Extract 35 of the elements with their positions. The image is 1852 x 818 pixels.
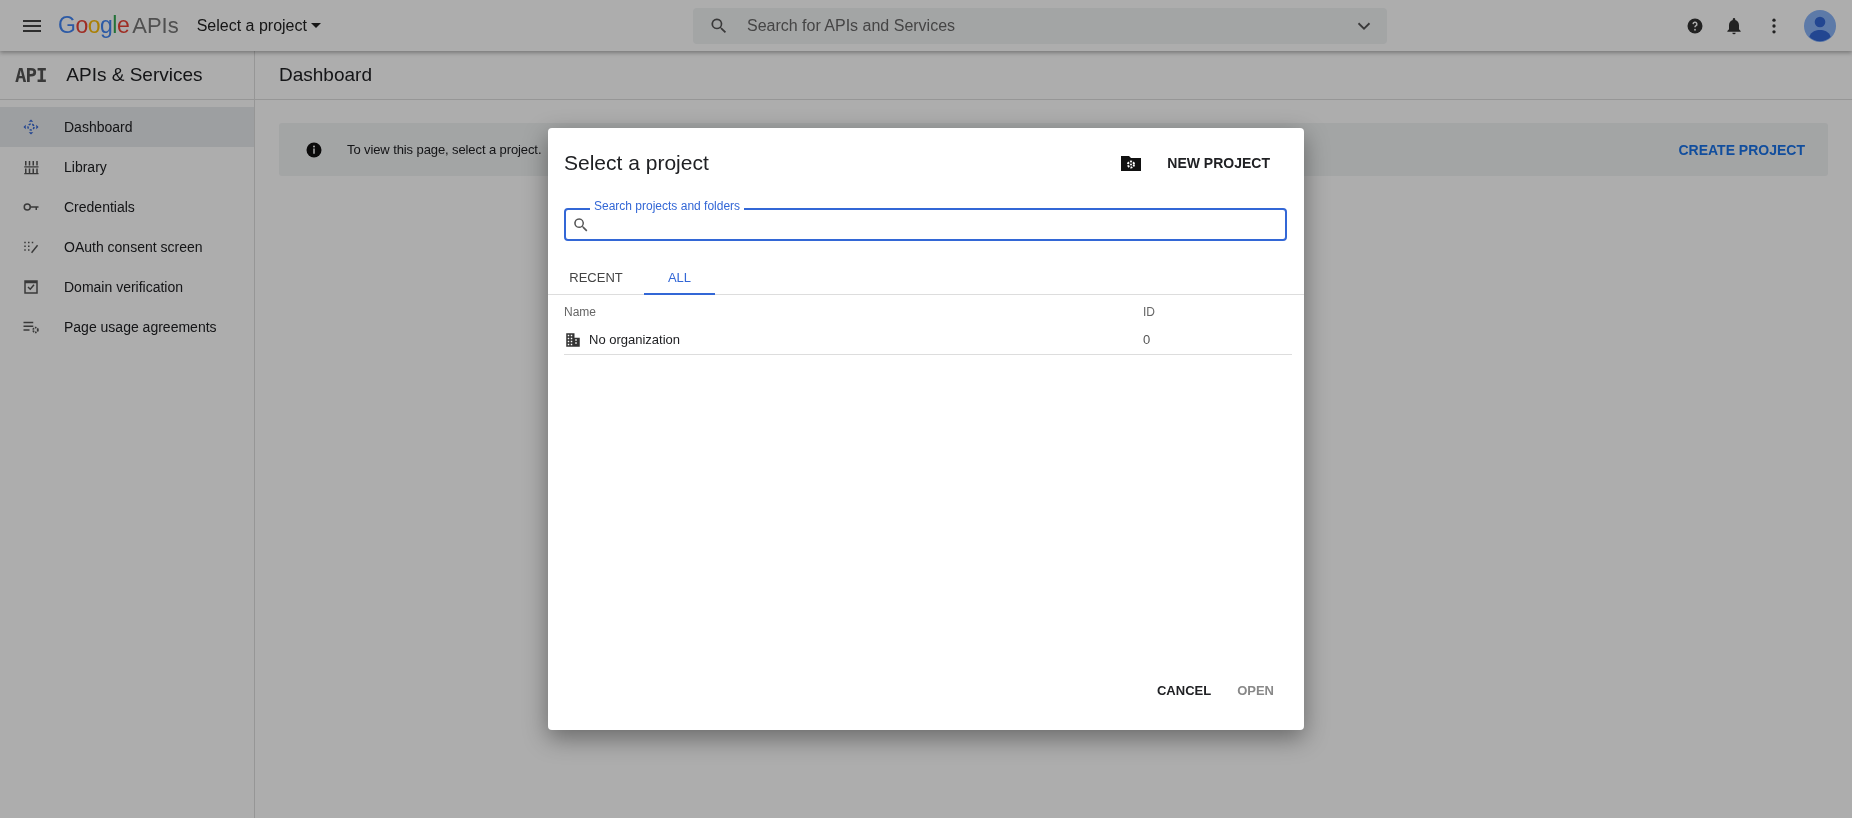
project-picker[interactable]: Select a project xyxy=(192,12,325,39)
sidebar-item[interactable]: Domain verification xyxy=(0,267,254,307)
caret-icon xyxy=(310,23,321,28)
search-field[interactable]: Search for APIs and Services xyxy=(744,15,1337,36)
search-icon xyxy=(572,215,590,234)
column-header: Name xyxy=(564,305,597,319)
sidebar-item[interactable]: OAuth consent screen xyxy=(0,227,254,267)
building-icon xyxy=(564,330,582,349)
api-logo: API xyxy=(15,64,47,86)
sidebar-item[interactable]: Dashboard xyxy=(0,107,254,147)
columns-icon xyxy=(22,158,40,176)
page-title: Dashboard xyxy=(279,64,372,86)
bell-icon[interactable] xyxy=(1724,15,1744,36)
search-bar[interactable]: Search for APIs and Services xyxy=(692,7,1387,44)
info-icon xyxy=(305,140,323,159)
column-header: ID xyxy=(1143,305,1155,319)
tab[interactable]: RECENT xyxy=(548,261,644,295)
help-icon[interactable] xyxy=(1686,16,1704,35)
sidebar-item[interactable]: Page usage agreements xyxy=(0,307,254,347)
table-row[interactable]: No organization 0 xyxy=(564,325,1292,355)
sidebar-item[interactable]: Credentials xyxy=(0,187,254,227)
sidebar-item[interactable]: Library xyxy=(0,147,254,187)
dialog-title: Select a project xyxy=(564,151,709,175)
field-label: Search projects and folders xyxy=(590,199,745,213)
sidebar-title: APIs & Services xyxy=(66,64,203,86)
product-name: APIs xyxy=(132,12,179,39)
new-project-button[interactable]: NEW PROJECT xyxy=(1113,150,1276,176)
avatar-icon[interactable] xyxy=(1804,9,1836,42)
cancel-button[interactable]: CANCEL xyxy=(1147,675,1222,706)
tab[interactable]: ALL xyxy=(644,261,715,295)
banner-message: To view this page, select a project. xyxy=(347,142,542,157)
table-cell: 0 xyxy=(1143,332,1151,347)
dashboard-icon xyxy=(22,118,40,136)
table-cell: No organization xyxy=(589,332,681,347)
checkbox-icon xyxy=(22,278,40,296)
